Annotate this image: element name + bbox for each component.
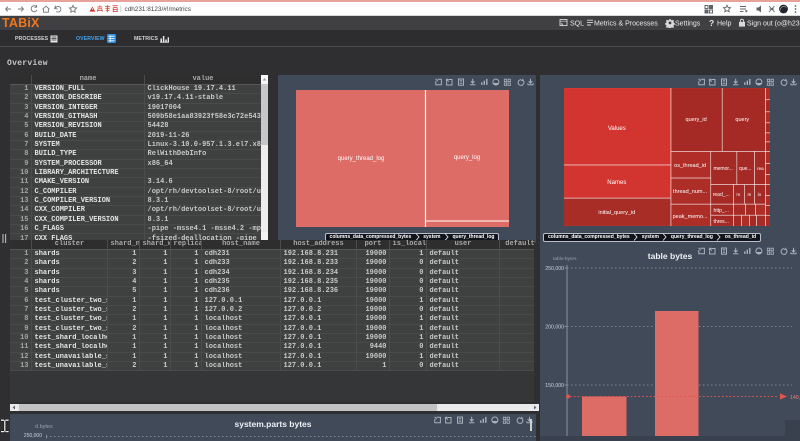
svg-text:http_...: http_...: [714, 208, 729, 214]
svg-text:read_...: read_...: [713, 192, 730, 198]
svg-text:SQL: SQL: [570, 21, 584, 28]
svg-text:query_thread_log: query_thread_log: [338, 156, 385, 162]
svg-text:query_log: query_log: [454, 155, 480, 161]
svg-text:?: ?: [709, 18, 714, 28]
svg-text:query_id: query_id: [686, 117, 707, 123]
svg-text:peak_memo...: peak_memo...: [673, 214, 708, 220]
svg-text:os_thread_id: os_thread_id: [674, 163, 706, 169]
svg-text:Values: Values: [608, 126, 626, 132]
svg-text:200,000: 200,000: [545, 325, 564, 331]
svg-text:query: query: [735, 117, 749, 123]
svg-text:thread_num...: thread_num...: [673, 189, 708, 195]
svg-text:140,: 140,: [790, 395, 800, 401]
svg-text:rea: rea: [757, 166, 764, 171]
svg-text:m: m: [736, 192, 740, 197]
svg-text:thres...: thres...: [714, 219, 729, 225]
svg-text:Names: Names: [607, 180, 626, 186]
svg-text:initial_query_id: initial_query_id: [598, 210, 635, 216]
svg-text:memor...: memor...: [713, 166, 732, 172]
svg-text:m: m: [747, 192, 751, 197]
svg-text:Metrics & Processes: Metrics & Processes: [594, 21, 658, 28]
svg-text:250,000: 250,000: [545, 266, 564, 272]
svg-text:Sign out (o@h231:8123: Sign out (o@h231:8123: [747, 21, 800, 28]
svg-text:cdh231:8123/#!/metrics: cdh231:8123/#!/metrics: [125, 6, 191, 13]
svg-text:150,000: 150,000: [545, 383, 564, 389]
svg-text:Settings: Settings: [675, 21, 701, 28]
svg-text:que...: que...: [739, 166, 752, 172]
svg-text:in: in: [758, 192, 762, 197]
svg-text:Help: Help: [717, 21, 732, 28]
